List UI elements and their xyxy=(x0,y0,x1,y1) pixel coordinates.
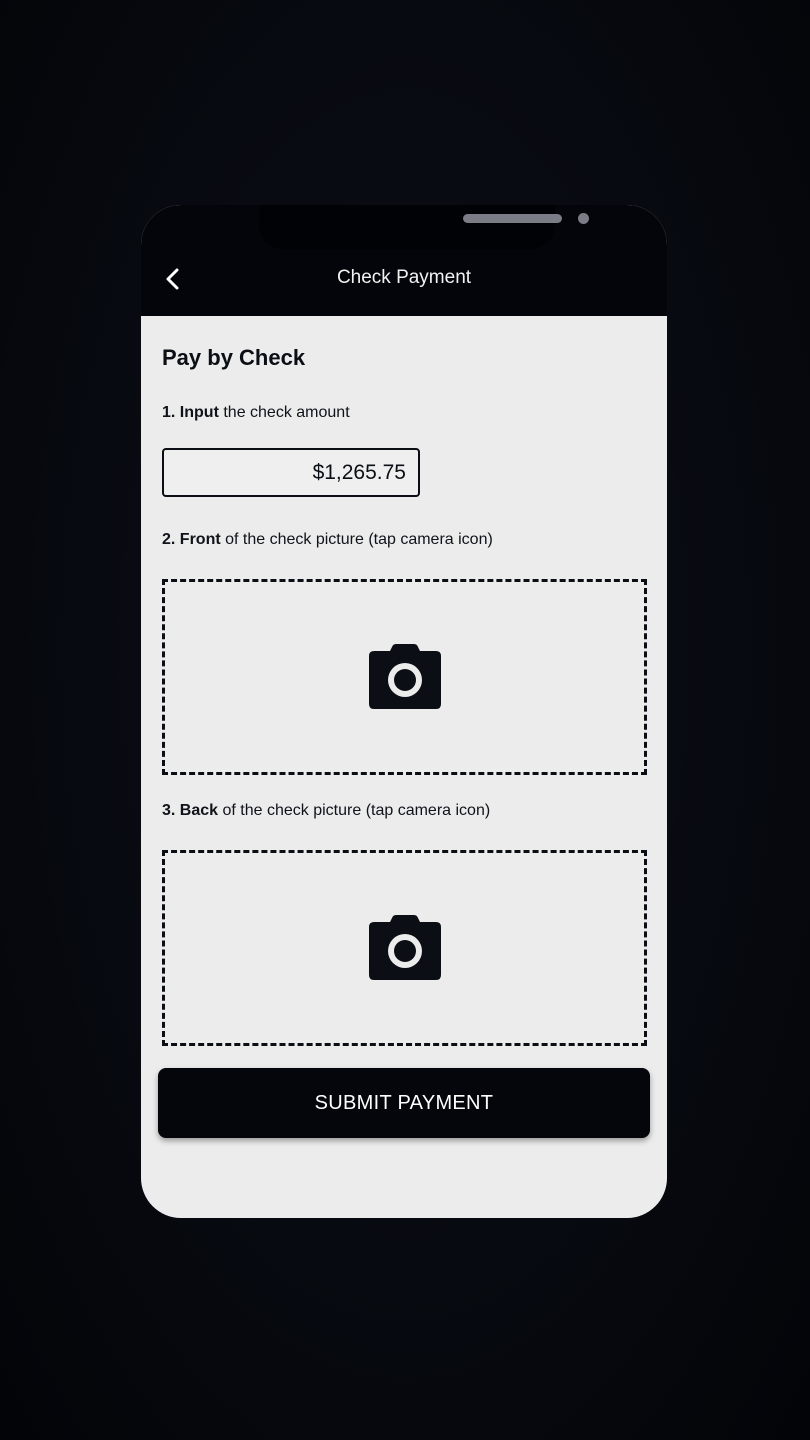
check-amount-input[interactable]: $1,265.75 xyxy=(162,448,420,497)
step-1-emphasis: Input xyxy=(179,404,219,421)
step-2-label: 2. Front of the check picture (tap camer… xyxy=(162,531,493,549)
camera-icon[interactable] xyxy=(368,643,442,711)
camera-icon[interactable] xyxy=(368,914,442,982)
front-camera xyxy=(578,213,589,224)
section-heading: Pay by Check xyxy=(162,345,306,370)
step-1-number: 1. xyxy=(162,404,176,421)
phone-frame: Check Payment Pay by Check 1. Input the … xyxy=(141,205,667,1218)
page-title: Check Payment xyxy=(336,267,472,288)
step-3-text: of the check picture (tap camera icon) xyxy=(222,802,491,819)
back-photo-dropzone[interactable] xyxy=(162,850,647,1046)
top-bar: Check Payment xyxy=(141,205,667,316)
step-3-emphasis: Back xyxy=(179,802,219,819)
speaker-grille xyxy=(463,214,562,223)
step-2-text: of the check picture (tap camera icon) xyxy=(225,531,493,548)
step-3-number: 3. xyxy=(162,802,176,819)
step-1-text: the check amount xyxy=(223,404,350,421)
step-2-number: 2. xyxy=(162,531,176,548)
step-1-label: 1. Input the check amount xyxy=(162,404,350,422)
step-3-label: 3. Back of the check picture (tap camera… xyxy=(162,802,490,820)
front-photo-dropzone[interactable] xyxy=(162,579,647,775)
step-2-emphasis: Front xyxy=(179,531,221,548)
phone-notch xyxy=(259,205,589,249)
check-amount-value: $1,265.75 xyxy=(312,460,406,484)
submit-payment-button[interactable]: SUBMIT PAYMENT xyxy=(158,1068,650,1138)
